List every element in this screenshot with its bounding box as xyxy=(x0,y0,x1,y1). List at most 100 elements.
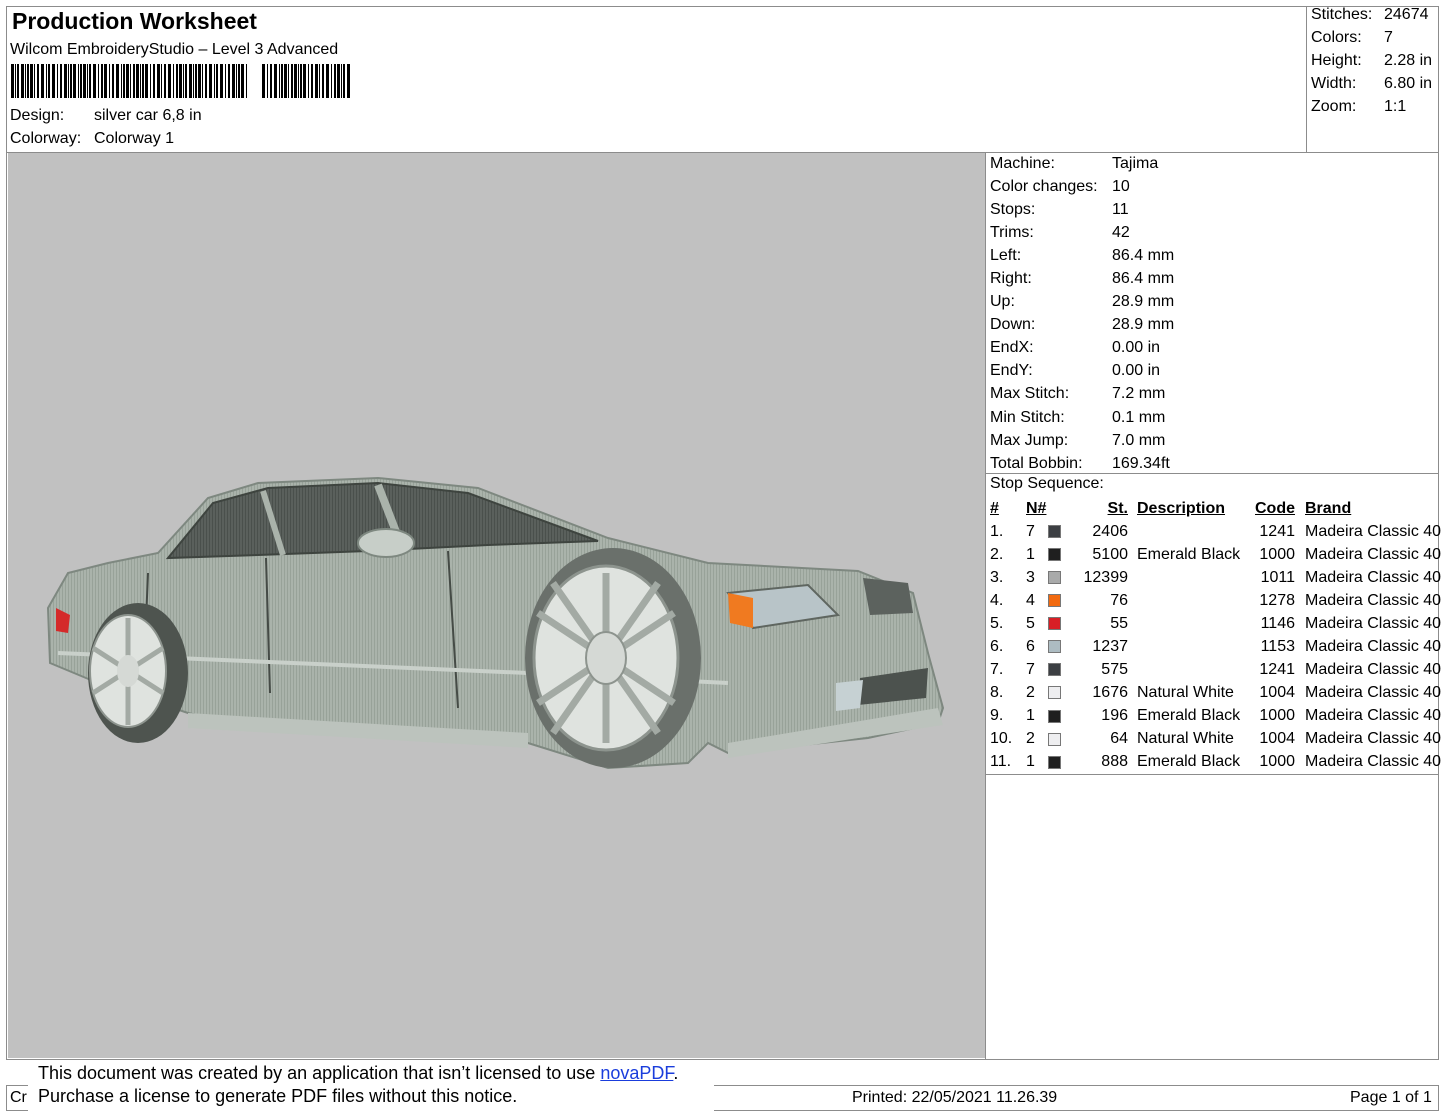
barcode-bar xyxy=(241,64,244,98)
color-swatch xyxy=(1048,571,1061,584)
row-stitches: 55 xyxy=(1110,614,1128,632)
barcode-bar xyxy=(68,64,69,98)
stat-label: Colors: xyxy=(1311,29,1362,46)
barcode-bar xyxy=(279,64,280,98)
row-stitches: 196 xyxy=(1101,707,1128,725)
design-value: silver car 6,8 in xyxy=(94,107,202,124)
barcode-bar xyxy=(83,64,86,98)
barcode-bar xyxy=(80,64,82,98)
barcode-bar xyxy=(270,64,272,98)
created-stub: Cr xyxy=(10,1089,27,1106)
col-header-brand: Brand xyxy=(1305,500,1352,517)
row-swatch xyxy=(1048,728,1068,751)
barcode-bar xyxy=(101,64,103,98)
info-value: 0.00 in xyxy=(1112,339,1161,357)
color-swatch xyxy=(1048,709,1061,723)
barcode-bar xyxy=(168,64,171,98)
table-header-row: # N# St. Description Code Brand xyxy=(988,498,1441,520)
novapdf-link[interactable]: novaPDF xyxy=(600,1063,673,1083)
barcode-bar xyxy=(281,64,283,98)
row-description xyxy=(1128,566,1255,589)
row-swatch xyxy=(1048,659,1068,682)
barcode-bar xyxy=(70,64,72,98)
table-row: 5. 5 55 1146 Madeira Classic 40 xyxy=(988,612,1441,635)
notice-text-suffix: . xyxy=(673,1063,679,1083)
table-row: 1. 7 2406 1241 Madeira Classic 40 xyxy=(988,520,1441,543)
stat-row: Height: 2.28 in xyxy=(1311,52,1432,75)
color-swatch xyxy=(1048,547,1061,561)
info-value: 10 xyxy=(1112,177,1130,195)
info-row: Trims: 42 xyxy=(990,221,1174,244)
page-number: Page 1 of 1 xyxy=(1350,1089,1432,1106)
row-index: 3. xyxy=(990,568,1004,586)
row-needle: 1 xyxy=(1026,545,1035,563)
stat-label: Height: xyxy=(1311,52,1362,69)
color-swatch xyxy=(1048,732,1061,746)
col-header-needle: N# xyxy=(1026,500,1047,517)
barcode-bar xyxy=(228,64,230,98)
barcode-bar xyxy=(164,64,166,98)
info-row: Total Bobbin: 169.34ft xyxy=(990,452,1174,475)
barcode-bar xyxy=(341,64,342,98)
color-swatch xyxy=(1048,640,1061,654)
info-value: 0.1 mm xyxy=(1112,408,1166,426)
row-index: 8. xyxy=(990,684,1004,702)
row-brand: Madeira Classic 40 xyxy=(1305,707,1442,725)
row-description: Natural White xyxy=(1137,730,1234,748)
barcode-bar xyxy=(185,64,187,98)
barcode-bar xyxy=(52,64,55,98)
barcode-bar xyxy=(343,64,345,98)
barcode-bar xyxy=(337,64,340,98)
barcode-bar xyxy=(78,64,79,98)
barcode-bar xyxy=(238,64,240,98)
barcode-bar xyxy=(126,64,129,98)
barcode-bar xyxy=(64,64,67,98)
info-row: EndY: 0.00 in xyxy=(990,360,1174,383)
page-title: Production Worksheet xyxy=(12,8,257,34)
table-row: 8. 2 1676 Natural White 1004 Madeira Classic … xyxy=(988,682,1441,705)
barcode-bar xyxy=(48,64,50,98)
row-code: 1278 xyxy=(1259,591,1295,609)
row-swatch xyxy=(1048,589,1068,612)
col-header-stitches: St. xyxy=(1107,500,1128,517)
row-swatch xyxy=(1048,520,1068,543)
row-code: 1241 xyxy=(1259,522,1295,540)
barcode-bar xyxy=(274,64,277,98)
info-row: Max Jump: 7.0 mm xyxy=(990,429,1174,452)
barcode-bar xyxy=(300,64,302,98)
row-description: Natural White xyxy=(1137,684,1234,702)
barcode-bar xyxy=(173,64,174,98)
info-value: Tajima xyxy=(1112,154,1159,172)
barcode-bar xyxy=(205,64,207,98)
barcode-bar xyxy=(145,64,148,98)
barcode-bar xyxy=(220,64,223,98)
stop-sequence-body: 1. 7 2406 1241 Madeira Classic 40 2. 1 5100 Emer… xyxy=(988,520,1441,774)
row-needle: 1 xyxy=(1026,707,1035,725)
barcode-bar xyxy=(303,64,306,98)
barcode-bar xyxy=(130,64,131,98)
barcode-bar xyxy=(232,64,235,98)
row-swatch xyxy=(1048,612,1068,635)
barcode-bar xyxy=(246,64,247,98)
info-row: Right: 86.4 mm xyxy=(990,267,1174,290)
row-index: 6. xyxy=(990,638,1004,656)
row-index: 5. xyxy=(990,614,1004,632)
barcode-bar xyxy=(331,64,332,98)
row-description xyxy=(1128,659,1255,682)
row-swatch xyxy=(1048,543,1068,566)
table-row: 11. 1 888 Emerald Black 1000 Madeira Classic … xyxy=(988,751,1441,774)
info-row: Down: 28.9 mm xyxy=(990,314,1174,337)
barcode-bar xyxy=(157,64,160,98)
info-row: Up: 28.9 mm xyxy=(990,291,1174,314)
row-index: 9. xyxy=(990,707,1004,725)
barcode-bar xyxy=(27,64,29,98)
row-needle: 3 xyxy=(1026,568,1035,586)
stat-label: Stitches: xyxy=(1311,6,1373,23)
row-description: Emerald Black xyxy=(1137,707,1241,725)
info-value: 28.9 mm xyxy=(1112,316,1175,334)
barcode-bar xyxy=(93,64,96,98)
barcode-bar xyxy=(288,64,289,98)
info-value: 86.4 mm xyxy=(1112,246,1175,264)
barcode-bar xyxy=(298,64,299,98)
info-value: 7.2 mm xyxy=(1112,385,1166,403)
